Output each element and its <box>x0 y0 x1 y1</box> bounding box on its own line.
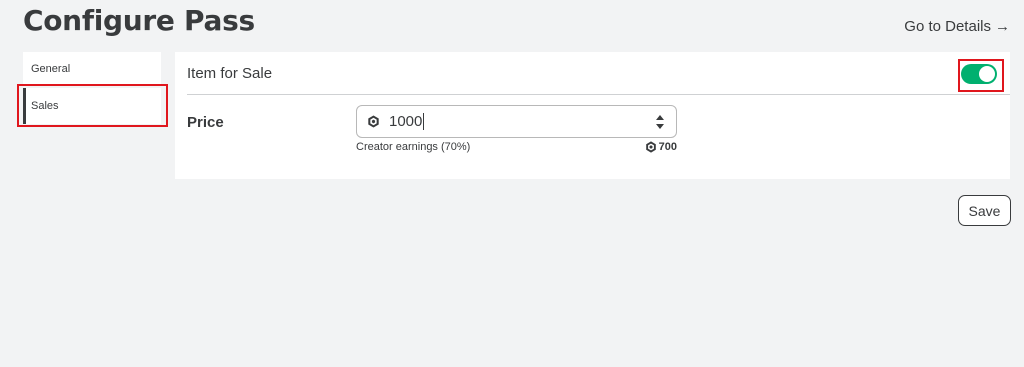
arrow-right-icon: → <box>995 18 1010 35</box>
creator-earnings-value: 700 <box>658 141 677 153</box>
item-for-sale-label: Item for Sale <box>187 64 273 82</box>
chevron-up-icon[interactable] <box>656 115 664 120</box>
go-to-details-label: Go to Details <box>904 18 991 35</box>
price-value: 1000 <box>389 113 423 130</box>
price-input[interactable]: 1000 <box>356 105 677 138</box>
price-label: Price <box>187 114 224 131</box>
chevron-down-icon[interactable] <box>656 124 664 129</box>
item-for-sale-toggle[interactable] <box>961 64 997 84</box>
go-to-details-link[interactable]: Go to Details → <box>904 18 1010 35</box>
item-for-sale-row: Item for Sale <box>187 52 1010 95</box>
toggle-knob <box>979 66 995 82</box>
creator-earnings-row: Creator earnings (70%) 700 <box>356 141 677 153</box>
price-stepper[interactable] <box>656 115 664 129</box>
text-cursor <box>423 113 425 130</box>
sales-settings-card: Item for Sale Price 1000 Creator earning <box>175 52 1010 179</box>
sidebar-item-sales[interactable]: Sales <box>23 88 161 124</box>
configure-pass-page: Configure Pass Go to Details → General S… <box>0 0 1024 367</box>
robux-icon <box>645 141 657 153</box>
creator-earnings-amount: 700 <box>645 141 677 153</box>
page-title: Configure Pass <box>23 4 255 37</box>
robux-icon <box>367 115 380 128</box>
sidebar-item-label: General <box>31 63 71 75</box>
sidebar-nav: General Sales <box>23 52 161 126</box>
sidebar-item-label: Sales <box>31 100 59 112</box>
save-button[interactable]: Save <box>958 195 1011 226</box>
sidebar-item-general[interactable]: General <box>23 52 161 86</box>
creator-earnings-label: Creator earnings (70%) <box>356 141 471 153</box>
